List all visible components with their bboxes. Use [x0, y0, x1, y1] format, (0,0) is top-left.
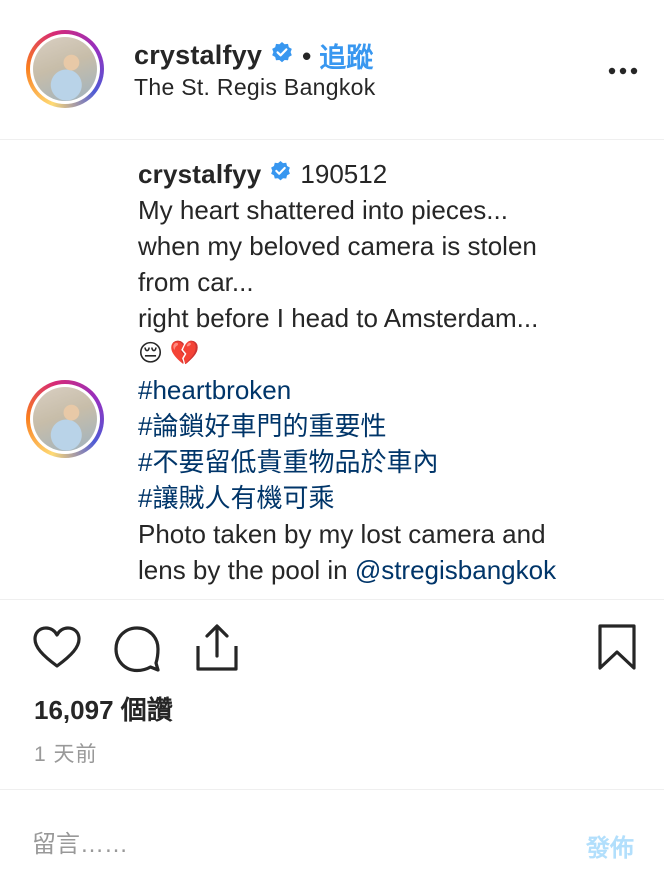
caption-emojis: 😔 💔 — [138, 340, 200, 367]
comment-input[interactable] — [30, 826, 554, 864]
caption-header: crystalfyy 190512 — [138, 156, 648, 192]
caption-text: crystalfyy 190512 My heart shattered int… — [138, 156, 648, 588]
verified-badge-icon — [269, 156, 292, 192]
caption-line: from car... — [138, 267, 254, 297]
hashtag-link[interactable]: #讓賊人有機可乘 — [138, 480, 648, 516]
heart-icon[interactable] — [32, 624, 82, 674]
caption-line: Photo taken by my lost camera and — [138, 519, 546, 549]
post-comment-button[interactable]: 發佈 — [586, 828, 634, 863]
more-options-icon[interactable] — [608, 62, 638, 75]
follow-button[interactable]: 追蹤 — [319, 36, 373, 75]
caption-line: lens by the pool in @stregisbangkok — [138, 552, 648, 588]
post-actions: 16,097 個讚 1 天前 — [0, 600, 664, 790]
header-user-row: crystalfyy • 追蹤 — [134, 36, 373, 75]
caption-line-prefix: lens by the pool in — [138, 555, 355, 585]
avatar-image — [33, 387, 97, 451]
comment-icon[interactable] — [112, 624, 162, 674]
caption-section: crystalfyy 190512 My heart shattered int… — [0, 140, 664, 600]
caption-username[interactable]: crystalfyy — [138, 156, 261, 192]
mention-link[interactable]: @stregisbangkok — [355, 555, 556, 585]
caption-date: 190512 — [300, 159, 388, 189]
bookmark-icon[interactable] — [594, 622, 644, 672]
separator-dot: • — [302, 40, 312, 71]
verified-badge-icon — [270, 41, 294, 70]
likes-count[interactable]: 16,097 個讚 — [34, 690, 173, 727]
profile-avatar[interactable] — [26, 30, 104, 108]
header-username[interactable]: crystalfyy — [134, 40, 262, 71]
hashtag-link[interactable]: #heartbroken — [138, 372, 648, 408]
post-header: crystalfyy • 追蹤 The St. Regis Bangkok — [0, 0, 664, 140]
caption-line: when my beloved camera is stolen — [138, 231, 537, 261]
caption-line: right before I head to Amsterdam... — [138, 303, 539, 333]
location-link[interactable]: The St. Regis Bangkok — [134, 74, 376, 101]
comment-bar: 發佈 — [0, 790, 664, 896]
avatar-image — [33, 37, 97, 101]
caption-line: My heart shattered into pieces... — [138, 195, 508, 225]
post-timestamp[interactable]: 1 天前 — [34, 738, 98, 768]
hashtag-link[interactable]: #論鎖好車門的重要性 — [138, 408, 648, 444]
share-icon[interactable] — [192, 622, 242, 672]
hashtag-link[interactable]: #不要留低貴重物品於車內 — [138, 444, 648, 480]
caption-avatar[interactable] — [26, 380, 104, 458]
